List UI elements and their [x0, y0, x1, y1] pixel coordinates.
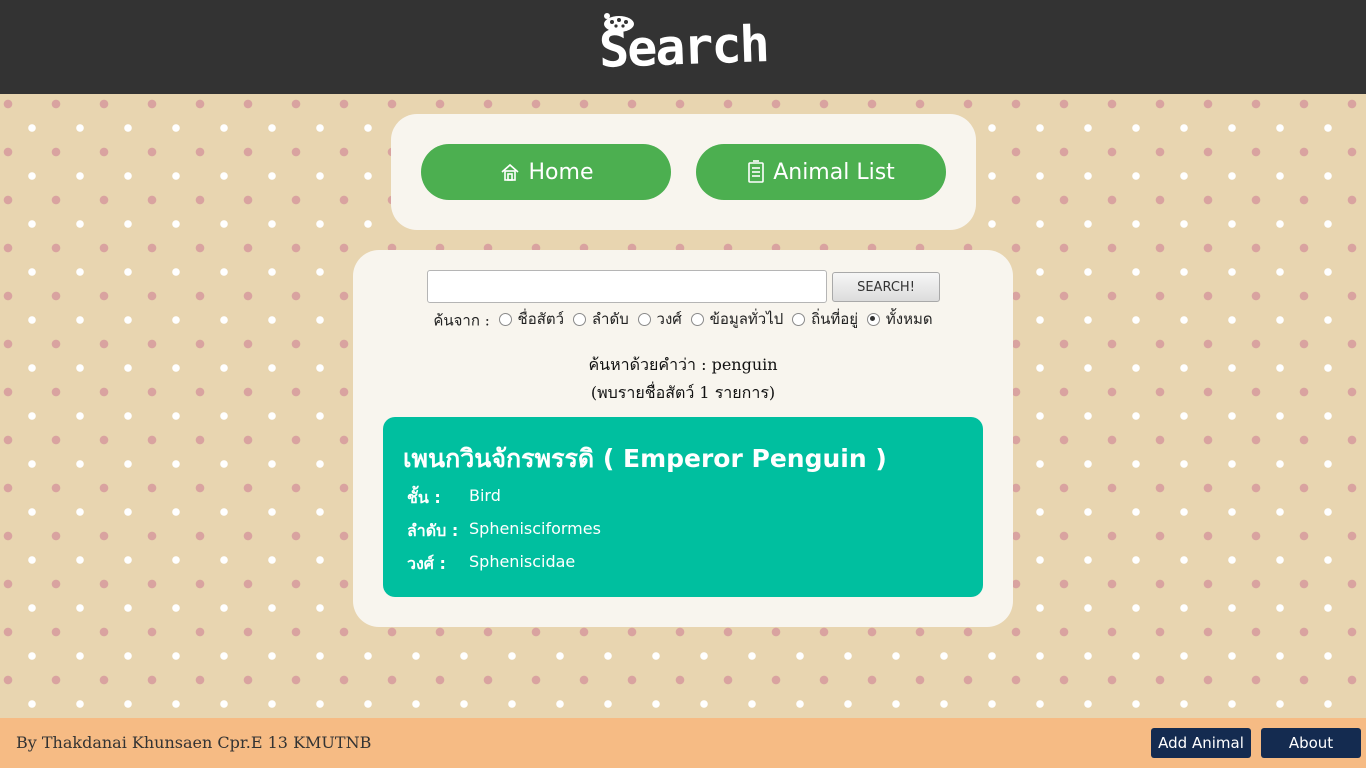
radio-button[interactable]: [498, 312, 512, 326]
home-button-label: Home: [528, 159, 594, 185]
radio-option-animal-name[interactable]: ชื่อสัตว์: [498, 307, 565, 331]
animal-list-button-label: Animal List: [773, 159, 895, 185]
search-query-text: ค้นหาด้วยคำว่า : penguin: [588, 355, 778, 374]
radio-option-habitat[interactable]: ถิ่นที่อยู่: [792, 307, 858, 331]
top-header: Search: [0, 0, 1366, 94]
search-input[interactable]: [427, 270, 827, 303]
radio-option-order[interactable]: ลำดับ: [572, 307, 629, 331]
page-footer: By Thakdanai Khunsaen Cpr.E 13 KMUTNB Ad…: [0, 718, 1366, 768]
field-value: Bird: [469, 486, 501, 505]
radio-label: วงศ์: [656, 310, 682, 328]
about-button[interactable]: About: [1261, 728, 1361, 758]
result-row-order: ลำดับ : Sphenisciformes: [407, 519, 601, 544]
field-label: วงศ์ :: [407, 554, 446, 573]
search-panel: SEARCH! ค้นจาก : ชื่อสัตว์ ลำดับ วงศ์ ข้…: [353, 250, 1013, 627]
nav-panel: Home Animal List: [391, 114, 976, 230]
search-filter-row: ค้นจาก : ชื่อสัตว์ ลำดับ วงศ์ ข้อมูลทั่ว…: [353, 307, 1013, 333]
site-logo[interactable]: Search: [597, 13, 769, 79]
filter-label: ค้นจาก :: [433, 311, 490, 330]
radio-label: ข้อมูลทั่วไป: [709, 310, 784, 328]
house-icon: [499, 161, 521, 183]
field-value: Sphenisciformes: [469, 519, 601, 538]
logo-text: Search: [597, 15, 769, 79]
footer-credit: By Thakdanai Khunsaen Cpr.E 13 KMUTNB: [16, 733, 372, 752]
animal-list-button[interactable]: Animal List: [696, 144, 946, 200]
field-label: ลำดับ :: [407, 521, 459, 540]
field-value: Spheniscidae: [469, 552, 576, 571]
radio-button[interactable]: [572, 312, 586, 326]
add-animal-button[interactable]: Add Animal: [1151, 728, 1251, 758]
search-button[interactable]: SEARCH!: [832, 272, 940, 302]
radio-label: ทั้งหมด: [885, 310, 933, 328]
document-icon: [747, 160, 765, 184]
radio-button-selected[interactable]: [866, 312, 880, 326]
radio-label: ชื่อสัตว์: [517, 310, 565, 328]
home-button[interactable]: Home: [421, 144, 671, 200]
result-count-text: (พบรายชื่อสัตว์ 1 รายการ): [590, 383, 776, 402]
result-row-family: วงศ์ : Spheniscidae: [407, 552, 575, 577]
animal-result-card[interactable]: เพนกวินจักรพรรดิ ( Emperor Penguin ) ชั้…: [383, 417, 983, 597]
result-row-class: ชั้น : Bird: [407, 486, 501, 511]
radio-button[interactable]: [637, 312, 651, 326]
radio-option-general-info[interactable]: ข้อมูลทั่วไป: [690, 307, 784, 331]
radio-option-family[interactable]: วงศ์: [637, 307, 682, 331]
radio-button[interactable]: [690, 312, 704, 326]
field-label: ชั้น :: [407, 488, 441, 507]
radio-option-all[interactable]: ทั้งหมด: [866, 307, 933, 331]
radio-label: ลำดับ: [591, 310, 629, 328]
radio-label: ถิ่นที่อยู่: [811, 310, 859, 328]
animal-name-title: เพนกวินจักรพรรดิ ( Emperor Penguin ): [403, 444, 887, 473]
radio-button[interactable]: [792, 312, 806, 326]
